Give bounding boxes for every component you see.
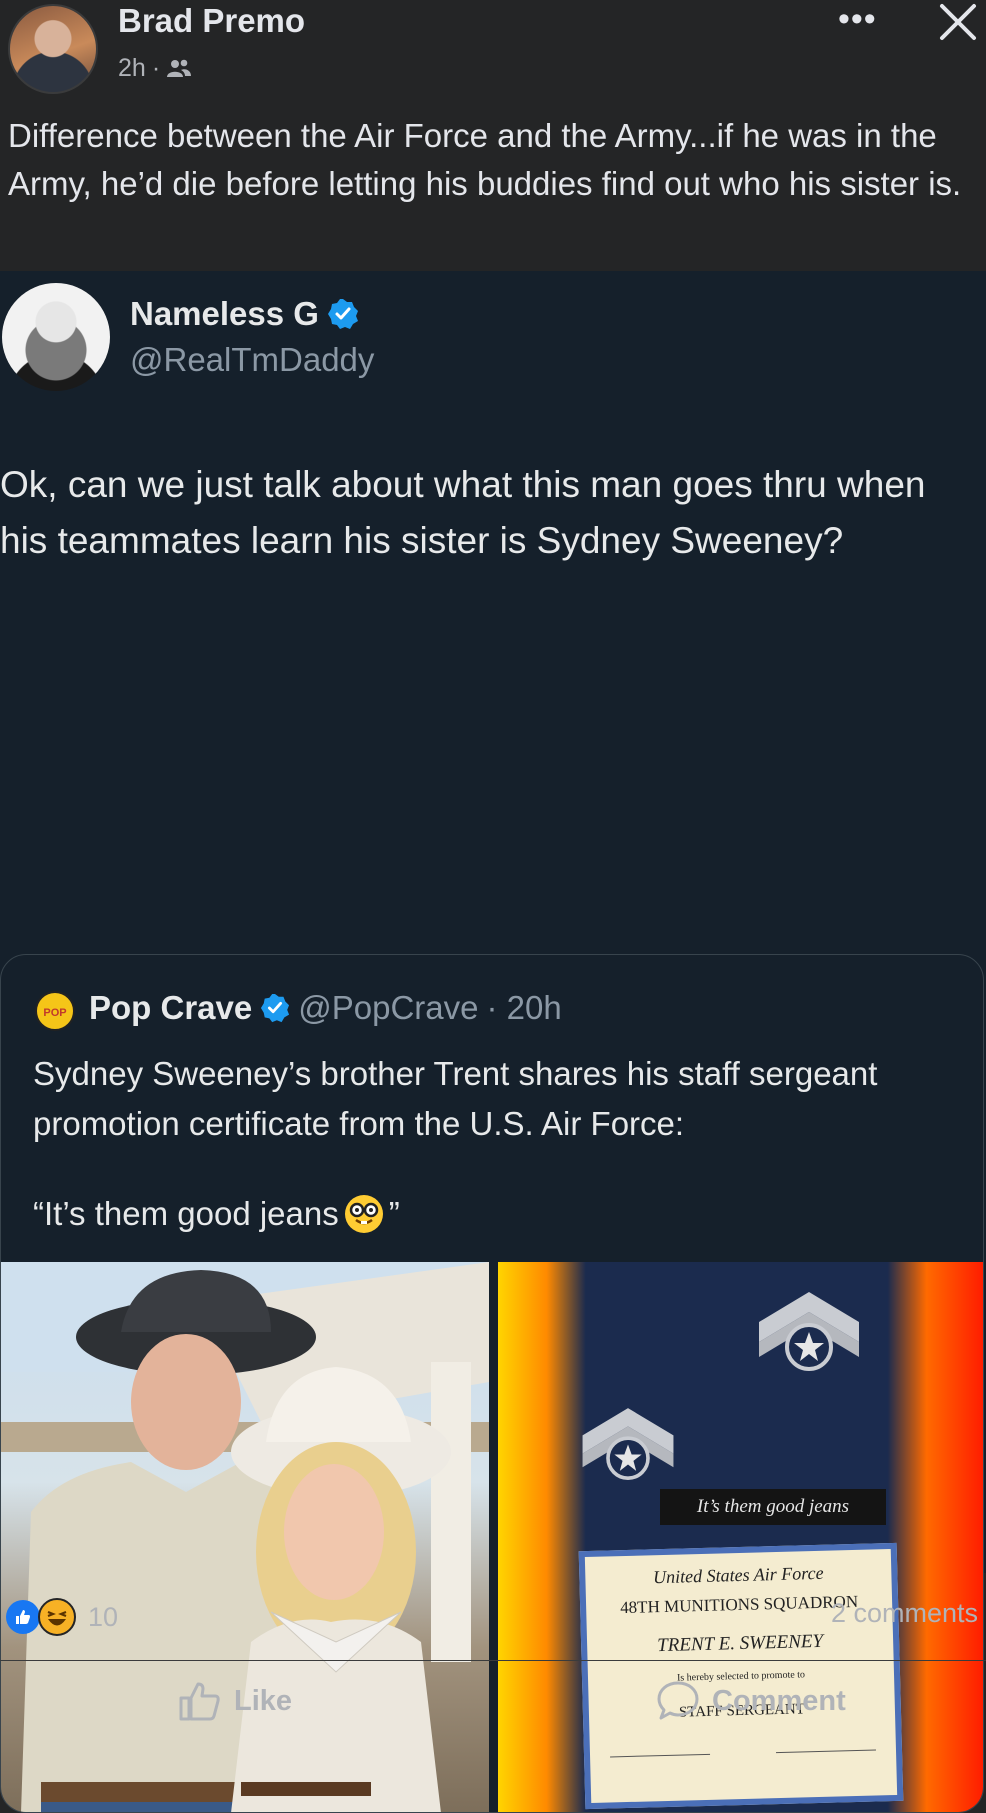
reaction-count: 10 — [88, 1601, 119, 1632]
quote-close: ” — [388, 1195, 400, 1232]
tweet-author: Nameless G — [130, 295, 359, 333]
promotion-certificate: United States Air Force 48TH MUNITIONS S… — [578, 1542, 904, 1810]
divider — [0, 1660, 986, 1661]
quoted-time: · 20h — [486, 989, 562, 1026]
post-text: Difference between the Air Force and the… — [8, 117, 962, 202]
more-options-button[interactable]: ••• — [838, 0, 877, 39]
tweet-avatar — [2, 283, 110, 391]
staff-sergeant-chevron-icon — [759, 1292, 859, 1371]
shared-tweet-image[interactable]: Nameless G @RealTmDaddy Ok, can we just … — [0, 271, 986, 1813]
like-label: Like — [234, 1684, 293, 1717]
signature-line — [610, 1753, 711, 1758]
meta-separator: · — [151, 54, 161, 82]
comment-bubble-icon — [657, 1681, 699, 1720]
comments-count[interactable]: 2 comments — [831, 1598, 978, 1629]
author-avatar[interactable] — [8, 4, 98, 94]
quoted-handle: @PopCrave — [298, 989, 479, 1026]
popcrave-logo: POP — [35, 991, 75, 1031]
quoted-quote-line: “It’s them good jeans ” — [33, 1195, 400, 1233]
photo-siblings-illustration — [1, 1262, 489, 1812]
post-meta: 2h · — [118, 54, 192, 83]
photo-siblings[interactable] — [1, 1262, 489, 1812]
comment-button[interactable]: Comment — [656, 1680, 846, 1722]
signature-line — [776, 1749, 876, 1754]
verified-badge-icon — [327, 299, 358, 329]
photo-certificate[interactable]: It’s them good jeans United States Air F… — [498, 1262, 983, 1812]
nerd-face-emoji-icon — [344, 1195, 383, 1233]
tweet-author-name: Nameless G — [130, 295, 319, 332]
like-button[interactable]: Like — [178, 1680, 292, 1722]
quoted-tweet-header: Pop Crave @PopCrave · 20h — [89, 989, 562, 1027]
haha-reaction-icon — [38, 1598, 76, 1636]
like-reaction-icon — [6, 1600, 40, 1634]
tweet-text: Ok, can we just talk about what this man… — [0, 464, 926, 561]
reactions-summary[interactable]: 10 — [6, 1598, 118, 1636]
close-icon[interactable] — [936, 0, 980, 44]
quoted-text: Sydney Sweeney’s brother Trent shares hi… — [33, 1055, 878, 1142]
post-time[interactable]: 2h — [118, 54, 146, 83]
staff-sergeant-chevron-icon — [582, 1408, 674, 1480]
comment-label: Comment — [712, 1684, 846, 1717]
quoted-author-name: Pop Crave — [89, 989, 253, 1026]
cert-line-1: United States Air Force — [652, 1562, 824, 1588]
verified-badge-icon — [261, 993, 290, 1023]
friends-icon — [167, 59, 192, 77]
thumbs-up-icon — [179, 1682, 220, 1721]
image-caption: It’s them good jeans — [660, 1489, 886, 1525]
author-name[interactable]: Brad Premo — [118, 2, 305, 40]
tweet-handle: @RealTmDaddy — [130, 341, 375, 378]
quote-text: “It’s them good jeans — [33, 1195, 339, 1232]
cert-line-3: TRENT E. SWEENEY — [656, 1630, 824, 1657]
